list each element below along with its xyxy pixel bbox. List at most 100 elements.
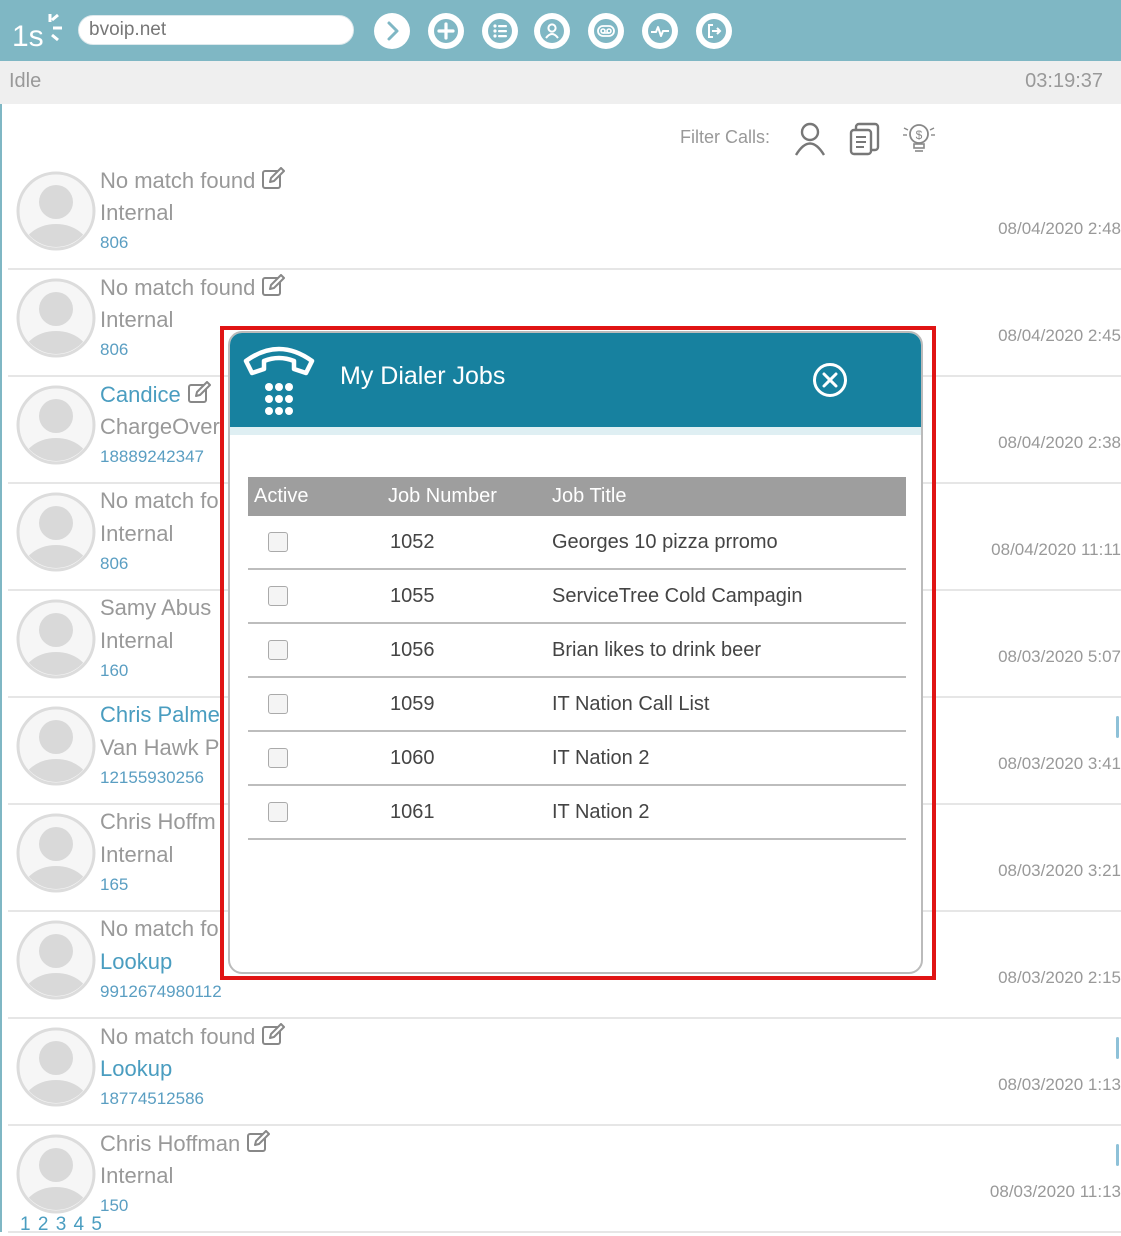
caller-number[interactable]: 806 (100, 554, 128, 574)
filter-contacts-icon[interactable] (790, 118, 830, 158)
job-title: Georges 10 pizza prromo (552, 516, 906, 570)
caller-name-text: Candice (100, 382, 181, 407)
svg-text:$: $ (916, 128, 923, 142)
logout-button[interactable] (696, 13, 732, 49)
pagination[interactable]: 1 2 3 4 5 (20, 1214, 103, 1236)
caller-name-text: Samy Abus (100, 595, 212, 620)
dialog-title: My Dialer Jobs (340, 362, 506, 390)
table-row[interactable]: 1055 ServiceTree Cold Campagin (248, 569, 906, 624)
add-button[interactable] (428, 13, 464, 49)
edit-icon[interactable] (261, 274, 286, 298)
app-logo: 1s (12, 13, 62, 53)
filter-notes-icon[interactable] (846, 118, 886, 158)
dialer-jobs-dialog: My Dialer Jobs Active Job Number Job Tit… (228, 331, 923, 974)
active-cell (248, 731, 388, 786)
avatar (16, 1027, 96, 1107)
caller-company: Internal (100, 200, 174, 225)
caller-company: Internal (100, 521, 174, 546)
caller-number[interactable]: 18889242347 (100, 447, 204, 467)
caller-name[interactable]: Candice (100, 381, 211, 408)
domain-search-input[interactable] (78, 15, 354, 45)
row-indicator (1116, 716, 1119, 738)
active-checkbox[interactable] (268, 586, 288, 606)
call-date: 08/03/2020 3:21 (998, 861, 1121, 880)
caller-number[interactable]: 9912674980112 (100, 982, 222, 1002)
table-row[interactable]: 1059 IT Nation Call List (248, 677, 906, 732)
list-button[interactable] (482, 13, 518, 49)
svg-text:1s: 1s (12, 20, 44, 53)
chevron-right-icon (387, 21, 399, 41)
caller-company[interactable]: Lookup (100, 949, 172, 975)
table-row[interactable]: 1060 IT Nation 2 (248, 731, 906, 786)
call-date: 08/03/2020 11:13 (989, 1182, 1121, 1201)
dialog-header: My Dialer Jobs (230, 333, 921, 435)
caller-number[interactable]: 806 (100, 340, 128, 360)
active-checkbox[interactable] (268, 748, 288, 768)
table-header-row: Active Job Number Job Title (248, 477, 906, 516)
caller-company: Internal (100, 1163, 174, 1188)
edit-icon[interactable] (246, 1130, 271, 1154)
column-job-number: Job Number (388, 477, 552, 516)
caller-number[interactable]: 806 (100, 233, 128, 253)
caller-company: Internal (100, 628, 174, 653)
status-bar: Idle 03:19:37 (0, 61, 1121, 104)
edit-icon[interactable] (261, 1023, 286, 1047)
avatar (16, 278, 96, 358)
caller-name-text: No match found (100, 275, 256, 300)
forward-button[interactable] (374, 13, 410, 49)
active-checkbox[interactable] (268, 532, 288, 552)
avatar (16, 920, 96, 1000)
caller-number[interactable]: 150 (100, 1196, 128, 1216)
caller-name[interactable]: No match found (100, 1023, 286, 1050)
voicemail-button[interactable] (588, 13, 624, 49)
table-row[interactable]: 1052 Georges 10 pizza prromo (248, 516, 906, 570)
avatar (16, 385, 96, 465)
caller-name[interactable]: No match found (100, 167, 286, 194)
active-cell (248, 516, 388, 570)
call-row[interactable]: Chris Hoffman Internal 150 08/03/2020 11:13 (8, 1126, 1121, 1233)
job-number: 1056 (388, 623, 552, 678)
call-date: 08/03/2020 3:41 (998, 754, 1121, 773)
active-checkbox[interactable] (268, 640, 288, 660)
caller-number[interactable]: 12155930256 (100, 768, 204, 788)
call-date: 08/04/2020 2:38 (998, 433, 1121, 452)
table-row[interactable]: 1061 IT Nation 2 (248, 785, 906, 840)
active-cell (248, 677, 388, 732)
active-checkbox[interactable] (268, 802, 288, 822)
caller-company: Internal (100, 307, 174, 332)
close-icon[interactable] (812, 362, 848, 398)
job-number: 1052 (388, 516, 552, 570)
caller-company[interactable]: Lookup (100, 1056, 172, 1082)
caller-name[interactable]: Chris Hoffman (100, 1130, 271, 1157)
top-toolbar: 1s (0, 0, 1121, 61)
call-date: 08/04/2020 11:11 (991, 540, 1121, 559)
caller-number[interactable]: 165 (100, 875, 128, 895)
job-number: 1059 (388, 677, 552, 732)
phone-icon (243, 346, 315, 415)
caller-number[interactable]: 160 (100, 661, 128, 681)
caller-company: Internal (100, 842, 174, 867)
caller-name[interactable]: Samy Abus (100, 595, 211, 621)
activity-button[interactable] (642, 13, 678, 49)
edit-icon[interactable] (187, 381, 211, 405)
caller-name[interactable]: Chris Palme (100, 702, 220, 728)
call-date: 08/04/2020 2:45 (998, 326, 1121, 345)
caller-name[interactable]: No match found (100, 274, 286, 301)
caller-number[interactable]: 18774512586 (100, 1089, 204, 1109)
table-row[interactable]: 1056 Brian likes to drink beer (248, 623, 906, 678)
caller-name-text: Chris Hoffman (100, 1131, 241, 1156)
active-checkbox[interactable] (268, 694, 288, 714)
logout-icon (702, 19, 726, 43)
avatar (16, 706, 96, 786)
contacts-button[interactable] (534, 13, 570, 49)
call-row[interactable]: No match found Internal 806 08/04/2020 2:48 (8, 163, 1121, 270)
avatar (16, 813, 96, 893)
caller-name[interactable]: Chris Hoffm (100, 809, 216, 835)
edit-icon[interactable] (261, 167, 286, 191)
call-row[interactable]: No match found Lookup 18774512586 08/03/202… (8, 1019, 1121, 1126)
caller-name[interactable]: No match fo (100, 488, 219, 514)
active-cell (248, 569, 388, 624)
caller-name[interactable]: No match fo (100, 916, 219, 942)
activity-icon (648, 19, 672, 43)
filter-lightbulb-icon[interactable]: $ (900, 118, 940, 158)
